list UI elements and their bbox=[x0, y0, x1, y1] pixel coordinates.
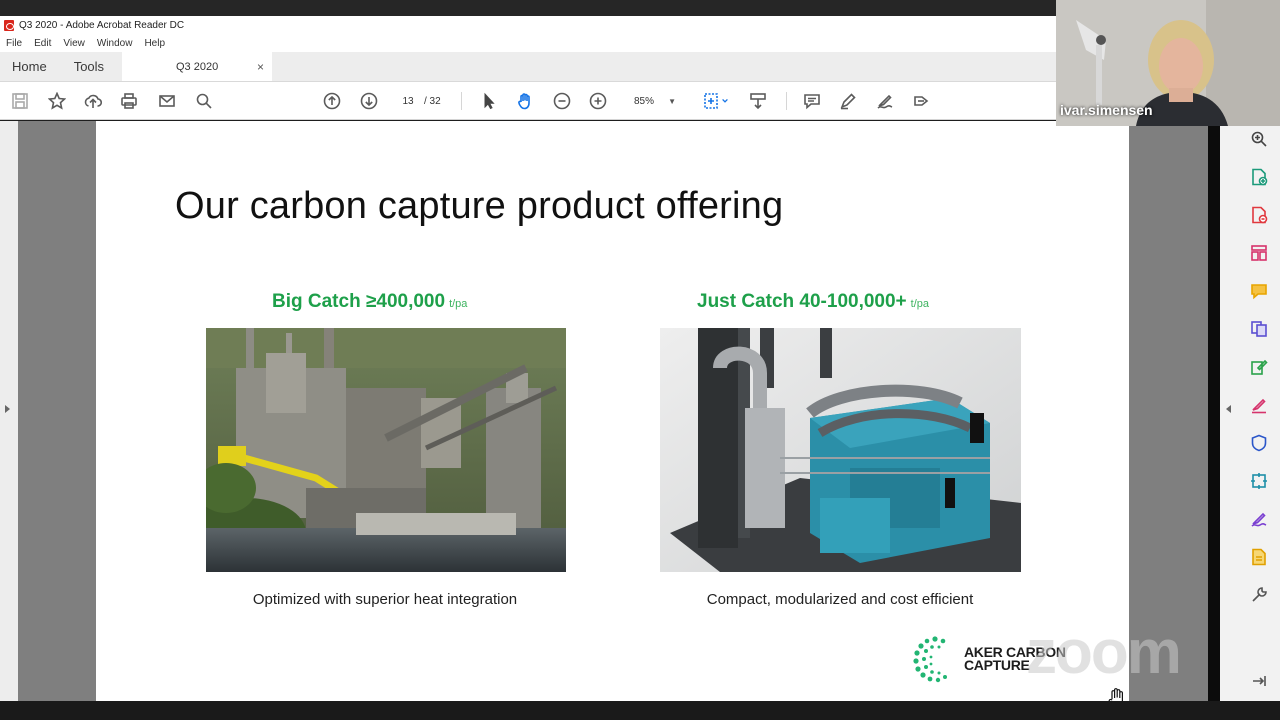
organize-pages-icon[interactable] bbox=[1249, 243, 1269, 263]
menu-bar: File Edit View Window Help bbox=[0, 34, 1056, 52]
tab-bar: Home Tools Q3 2020 × bbox=[0, 52, 1056, 82]
email-icon[interactable] bbox=[157, 91, 177, 111]
zoom-level-select[interactable]: 85% ▼ bbox=[626, 91, 682, 111]
search-zoom-icon[interactable] bbox=[1249, 129, 1269, 149]
just-catch-module-render bbox=[660, 328, 1021, 572]
save-icon[interactable] bbox=[10, 91, 30, 111]
big-catch-caption: Optimized with superior heat integration bbox=[252, 591, 518, 608]
combine-files-icon[interactable] bbox=[1249, 319, 1269, 339]
aker-logo-dots-icon bbox=[913, 636, 947, 683]
zoom-level-value: 85% bbox=[634, 95, 655, 107]
slide-page: Our carbon capture product offering Big … bbox=[96, 121, 1182, 710]
chevron-down-icon[interactable] bbox=[720, 91, 730, 111]
window-titlebar: Q3 2020 - Adobe Acrobat Reader DC bbox=[0, 16, 1056, 34]
menu-help[interactable]: Help bbox=[144, 38, 165, 49]
bottom-black-bar bbox=[0, 701, 1280, 720]
just-catch-caption: Compact, modularized and cost efficient bbox=[706, 591, 974, 608]
toolbar-divider bbox=[786, 92, 787, 110]
page-number-input[interactable]: 13 bbox=[392, 91, 424, 111]
just-catch-title: Just Catch 40-100,000+ bbox=[697, 291, 907, 312]
scroll-mode-icon[interactable] bbox=[748, 91, 768, 111]
fit-page-icon[interactable] bbox=[701, 91, 721, 111]
panel-divider bbox=[1208, 121, 1220, 701]
menu-file[interactable]: File bbox=[6, 38, 22, 49]
fill-sign-icon[interactable] bbox=[1249, 395, 1269, 415]
highlight-pen-icon[interactable] bbox=[838, 91, 858, 111]
hand-tool-icon[interactable] bbox=[515, 91, 535, 111]
big-catch-title: Big Catch ≥400,000 bbox=[272, 291, 446, 312]
window-title: Q3 2020 - Adobe Acrobat Reader DC bbox=[19, 19, 185, 31]
tools-icon[interactable] bbox=[1249, 585, 1269, 605]
close-tab-icon[interactable]: × bbox=[257, 60, 264, 74]
select-pointer-icon[interactable] bbox=[479, 91, 499, 111]
acrobat-pdf-icon bbox=[4, 19, 14, 31]
tab-document[interactable]: Q3 2020 × bbox=[122, 52, 272, 81]
export-pdf-icon[interactable] bbox=[1249, 205, 1269, 225]
comment-icon[interactable] bbox=[1249, 281, 1269, 301]
tools-pane bbox=[1220, 121, 1280, 701]
comment-icon[interactable] bbox=[802, 91, 822, 111]
request-signature-icon[interactable] bbox=[1249, 509, 1269, 529]
big-catch-heading: Big Catch ≥400,000 t/pa bbox=[272, 291, 467, 313]
more-tools-icon[interactable] bbox=[1249, 547, 1269, 567]
upload-cloud-icon[interactable] bbox=[83, 91, 103, 111]
collapse-arrow-icon[interactable] bbox=[1226, 405, 1231, 413]
previous-page-icon[interactable] bbox=[322, 91, 342, 111]
bookmark-star-icon[interactable] bbox=[47, 91, 67, 111]
nav-tabs: Home Tools bbox=[0, 52, 122, 81]
sign-icon[interactable] bbox=[875, 91, 895, 111]
screen: Q3 2020 - Adobe Acrobat Reader DC File E… bbox=[0, 0, 1280, 720]
page-total: / 32 bbox=[424, 95, 441, 107]
zoom-out-icon[interactable] bbox=[552, 91, 572, 111]
just-catch-heading: Just Catch 40-100,000+ t/pa bbox=[697, 291, 929, 313]
protect-icon[interactable] bbox=[1249, 433, 1269, 453]
search-icon[interactable] bbox=[194, 91, 214, 111]
toolbar-divider bbox=[461, 92, 462, 110]
chevron-down-icon: ▼ bbox=[668, 96, 676, 106]
big-catch-unit: t/pa bbox=[449, 298, 468, 310]
participant-video[interactable]: ivar.simensen bbox=[1056, 0, 1280, 126]
compress-icon[interactable] bbox=[1249, 471, 1269, 491]
share-icon[interactable] bbox=[912, 91, 932, 111]
slide-title: Our carbon capture product offering bbox=[175, 185, 784, 227]
main-toolbar: 13 / 32 85% ▼ bbox=[0, 82, 1056, 120]
print-icon[interactable] bbox=[119, 91, 139, 111]
just-catch-unit: t/pa bbox=[910, 298, 930, 310]
menu-view[interactable]: View bbox=[63, 38, 85, 49]
edit-pdf-icon[interactable] bbox=[1249, 357, 1269, 377]
menu-edit[interactable]: Edit bbox=[34, 38, 51, 49]
left-panel-toggle[interactable] bbox=[0, 121, 18, 701]
tab-home[interactable]: Home bbox=[12, 59, 47, 74]
create-pdf-icon[interactable] bbox=[1249, 167, 1269, 187]
next-page-icon[interactable] bbox=[359, 91, 379, 111]
participant-name: ivar.simensen bbox=[1060, 102, 1153, 118]
zoom-watermark: zoom bbox=[1026, 618, 1182, 687]
big-catch-plant-photo bbox=[206, 328, 566, 572]
tab-document-label: Q3 2020 bbox=[176, 60, 219, 73]
zoom-in-icon[interactable] bbox=[588, 91, 608, 111]
tab-tools[interactable]: Tools bbox=[74, 59, 104, 74]
menu-window[interactable]: Window bbox=[97, 38, 133, 49]
expand-arrow-icon bbox=[5, 405, 10, 413]
expand-panel-icon[interactable] bbox=[1249, 671, 1269, 691]
